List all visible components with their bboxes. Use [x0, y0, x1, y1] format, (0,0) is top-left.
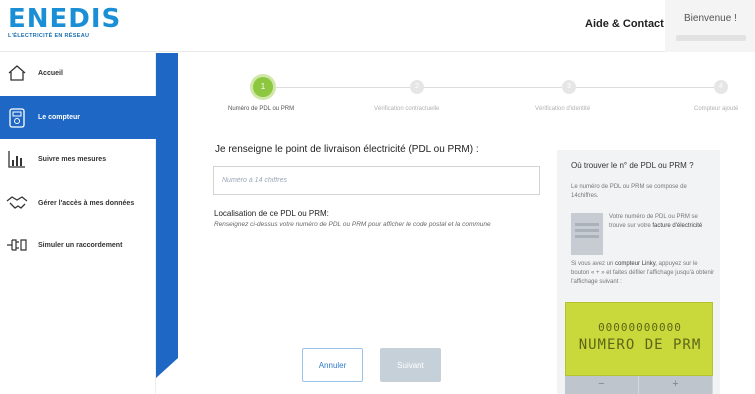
home-icon [6, 62, 28, 84]
help-text-invoice-b: facture d'électricité [652, 223, 703, 229]
decorative-blue-band-tail [156, 358, 178, 378]
step-1-label: Numéro de PDL ou PRM [228, 106, 295, 112]
help-text-invoice: Votre numéro de PDL ou PRM se trouve sur… [609, 213, 713, 231]
step-2-label: Vérification contractuelle [374, 106, 440, 112]
sidebar-item-label: Simuler un raccordement [38, 241, 123, 249]
chart-icon [6, 148, 28, 170]
invoice-icon [571, 213, 603, 255]
sidebar-item-label: Le compteur [38, 114, 81, 121]
location-description: Renseignez ci-dessus votre numéro de PDL… [214, 221, 491, 228]
plug-icon [6, 234, 28, 256]
handshake-icon [6, 192, 28, 214]
sidebar-item-compteur[interactable]: Le compteur [0, 96, 156, 139]
account-area[interactable] [665, 0, 755, 52]
sidebar-item-label: Gérer l'accès à mes données [38, 199, 135, 207]
linky-meter-display: 00000000000 NUMERO DE PRM [565, 302, 713, 376]
account-name-blurred [676, 35, 746, 41]
help-text-linky-b: compteur Linky [615, 261, 656, 267]
meter-icon [6, 107, 28, 129]
pdl-question-heading: Je renseigne le point de livraison élect… [215, 144, 479, 155]
decorative-blue-band [156, 53, 178, 358]
sidebar-item-label: Accueil [38, 69, 63, 77]
help-text-linky: Si vous avez un compteur Linky, appuyez … [571, 260, 715, 287]
meter-minus-key: − [565, 376, 639, 394]
step-1-indicator: 1 [253, 77, 273, 97]
header: ENEDIS L'ÉLECTRICITÉ EN RÉSEAU Aide & Co… [0, 0, 755, 52]
sidebar-item-label: Suivre mes mesures [38, 155, 107, 163]
step-connector [576, 87, 714, 88]
step-4-label: Compteur ajouté [694, 106, 739, 112]
meter-plus-key: + [639, 376, 713, 394]
sidebar-nav: Accueil Le compteur Suivre mes mesures G… [0, 53, 156, 394]
step-2-indicator: 2 [410, 80, 424, 94]
step-3-label: Vérification d'identité [535, 106, 591, 112]
sidebar-item-acces-donnees[interactable]: Gérer l'accès à mes données [0, 183, 156, 223]
aide-contact-link[interactable]: Aide & Contact [585, 18, 664, 30]
step-3-indicator: 3 [562, 80, 576, 94]
cancel-button[interactable]: Annuler [302, 348, 363, 382]
help-title: Où trouver le n° de PDL ou PRM ? [571, 161, 694, 170]
sidebar-item-accueil[interactable]: Accueil [0, 53, 156, 93]
location-heading: Localisation de ce PDL ou PRM: [214, 209, 329, 218]
meter-label: NUMERO DE PRM [578, 337, 702, 353]
step-connector [270, 87, 410, 88]
next-button[interactable]: Suivant [380, 348, 441, 382]
logo-wordmark: ENEDIS [8, 4, 122, 34]
meter-buttons: − + [565, 376, 713, 394]
pdl-number-input[interactable] [213, 166, 540, 195]
help-text-linky-a: Si vous avez un [571, 261, 614, 267]
step-connector [424, 87, 562, 88]
enedis-logo[interactable]: ENEDIS L'ÉLECTRICITÉ EN RÉSEAU [8, 6, 121, 39]
help-panel: Où trouver le n° de PDL ou PRM ? Le numé… [557, 150, 720, 394]
meter-digits: 00000000000 [598, 321, 682, 334]
sidebar-item-raccordement[interactable]: Simuler un raccordement [0, 225, 156, 265]
welcome-text[interactable]: Bienvenue ! [684, 13, 737, 24]
sidebar-item-mesures[interactable]: Suivre mes mesures [0, 139, 156, 179]
step-4-indicator: 4 [714, 80, 728, 94]
help-text-format: Le numéro de PDL ou PRM se compose de 14… [571, 184, 687, 199]
